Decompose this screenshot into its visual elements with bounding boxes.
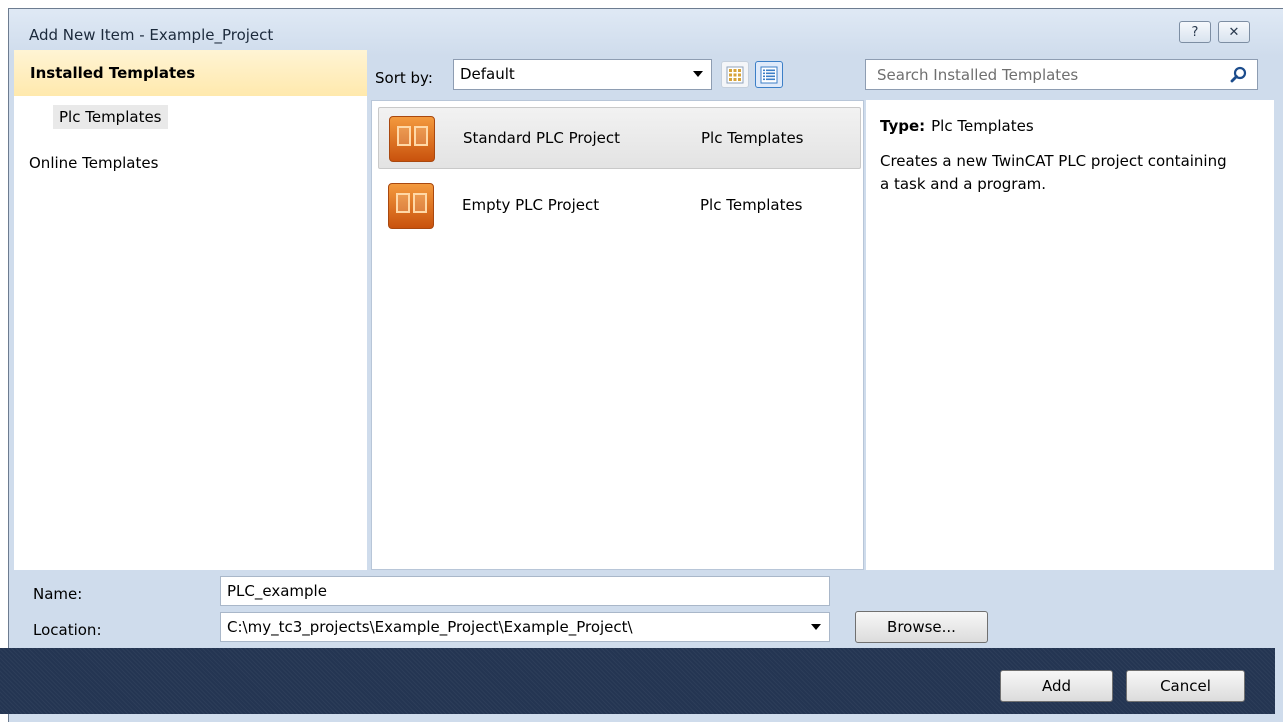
location-value: C:\my_tc3_projects\Example_Project\Examp… — [227, 618, 633, 636]
template-name: Empty PLC Project — [462, 196, 600, 214]
sort-by-value: Default — [460, 65, 515, 83]
cancel-button[interactable]: Cancel — [1126, 670, 1245, 702]
search-box — [865, 59, 1258, 90]
search-icon[interactable] — [1229, 65, 1249, 85]
name-label: Name: — [33, 585, 83, 603]
small-icons-view-icon — [760, 66, 778, 83]
location-dropdown[interactable]: C:\my_tc3_projects\Example_Project\Examp… — [220, 612, 830, 642]
small-icons-view-button[interactable] — [755, 61, 783, 88]
close-icon: ✕ — [1228, 24, 1240, 40]
template-list: Standard PLC Project Plc Templates Empty… — [371, 100, 864, 570]
title-bar: Add New Item - Example_Project ? ✕ — [9, 9, 1283, 56]
search-input[interactable] — [867, 61, 1222, 88]
template-category: Plc Templates — [700, 196, 803, 214]
help-button[interactable]: ? — [1179, 21, 1211, 43]
template-categories-pane: Installed Templates Plc Templates Online… — [14, 50, 367, 570]
template-row-standard-plc-project[interactable]: Standard PLC Project Plc Templates — [378, 107, 861, 169]
name-field[interactable] — [220, 576, 830, 606]
dialog-title: Add New Item - Example_Project — [29, 26, 274, 44]
add-button[interactable]: Add — [1000, 670, 1113, 702]
plc-project-icon — [388, 183, 434, 229]
medium-icons-view-button[interactable] — [721, 61, 749, 88]
chevron-down-icon — [811, 624, 821, 630]
type-label: Type: — [880, 117, 926, 135]
plc-project-icon — [389, 116, 435, 162]
medium-icons-view-icon — [726, 66, 744, 83]
browse-button[interactable]: Browse... — [855, 611, 988, 643]
sort-by-dropdown[interactable]: Default — [453, 59, 712, 90]
template-name: Standard PLC Project — [463, 129, 620, 147]
tree-item-plc-templates[interactable]: Plc Templates — [53, 105, 168, 129]
installed-templates-header[interactable]: Installed Templates — [14, 50, 367, 96]
location-label: Location: — [33, 621, 102, 639]
template-description: Creates a new TwinCAT PLC project contai… — [880, 152, 1227, 193]
template-info-pane: Type: Plc Templates Creates a new TwinCAT… — [866, 100, 1274, 570]
template-row-empty-plc-project[interactable]: Empty PLC Project Plc Templates — [378, 175, 861, 237]
chevron-down-icon — [693, 71, 703, 77]
tree-item-online-templates[interactable]: Online Templates — [29, 154, 158, 172]
template-category: Plc Templates — [701, 129, 804, 147]
type-value: Plc Templates — [931, 117, 1034, 135]
help-icon: ? — [1191, 24, 1199, 40]
template-type: Type: Plc Templates — [880, 117, 1034, 135]
sort-by-label: Sort by: — [375, 69, 433, 87]
close-button[interactable]: ✕ — [1218, 21, 1250, 43]
